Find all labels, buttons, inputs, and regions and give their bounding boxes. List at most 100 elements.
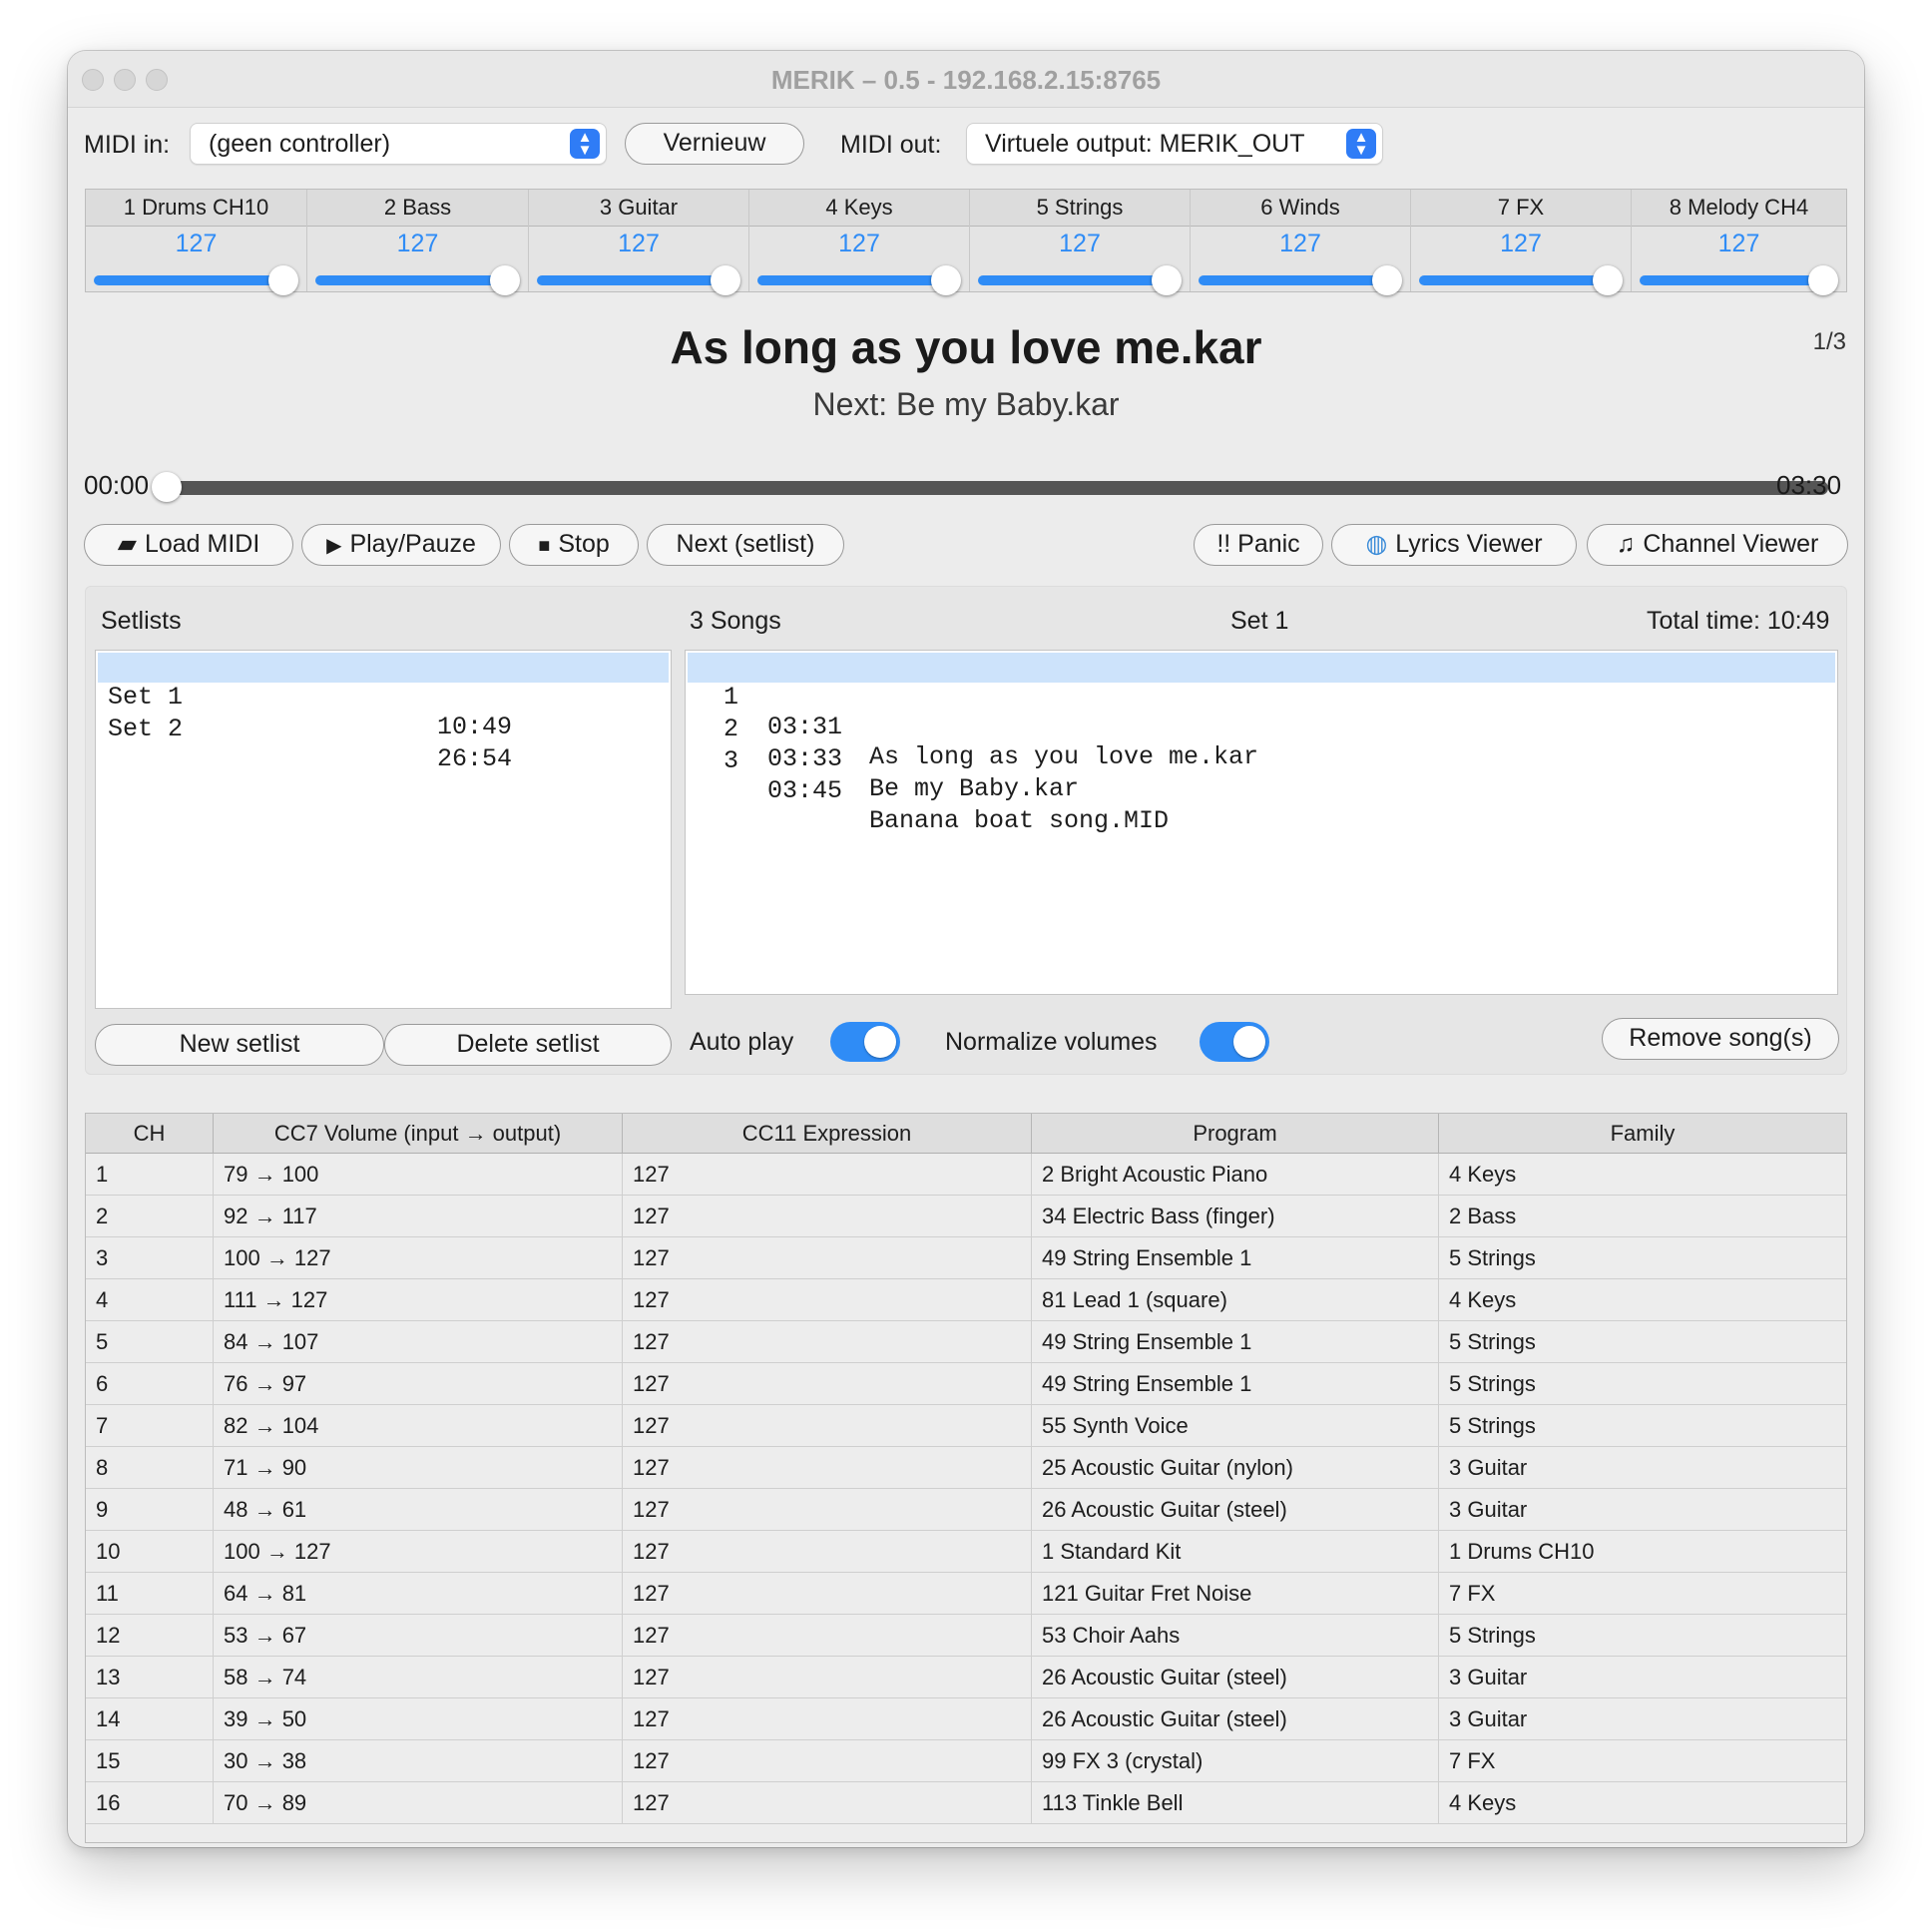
table-row[interactable]: 1 79 → 100 127 2 Bright Acoustic Piano 4 Key…	[86, 1154, 1846, 1196]
progress-slider-track[interactable]	[168, 481, 1828, 495]
table-row[interactable]: 9 48 → 61 127 26 Acoustic Guitar (steel) 3 G…	[86, 1489, 1846, 1531]
list-item[interactable]: 1 03:31 As long as you love me.kar	[688, 653, 1835, 771]
list-item[interactable]: 3 03:45 Banana boat song.MID	[688, 717, 1835, 835]
cc7-volume-cell: 48 → 61	[214, 1489, 623, 1531]
table-row[interactable]: 10 100 → 127 127 1 Standard Kit 1 Drums CH10	[86, 1531, 1846, 1573]
current-song-title: As long as you love me.kar	[670, 321, 1262, 373]
lyrics-viewer-label: Lyrics Viewer	[1395, 530, 1543, 558]
list-item[interactable]: 2 03:33 Be my Baby.kar	[688, 685, 1835, 803]
table-row[interactable]: 4 111 → 127 127 81 Lead 1 (square) 4 Keys	[86, 1279, 1846, 1321]
lyrics-viewer-button[interactable]: ◍ Lyrics Viewer	[1331, 524, 1577, 566]
cc7-volume-cell: 82 → 104	[214, 1405, 623, 1447]
cc7-volume-cell: 76 → 97	[214, 1363, 623, 1405]
cc7-volume-cell: 79 → 100	[214, 1154, 623, 1196]
mixer-slider-knob[interactable]	[1372, 265, 1402, 295]
mixer-slider-track[interactable]	[94, 275, 284, 285]
auto-play-toggle[interactable]	[830, 1022, 900, 1062]
mixer-channel: 7 FX 127	[1411, 190, 1632, 295]
next-setlist-button[interactable]: Next (setlist)	[647, 524, 844, 566]
table-row[interactable]: 16 70 → 89 127 113 Tinkle Bell 4 Keys	[86, 1782, 1846, 1824]
program-cell: 26 Acoustic Guitar (steel)	[1032, 1489, 1439, 1531]
table-row[interactable]: 8 71 → 90 127 25 Acoustic Guitar (nylon) 3 G…	[86, 1447, 1846, 1489]
midi-out-select[interactable]: Virtuele output: MERIK_OUT ▲ ▼	[966, 123, 1383, 165]
midi-in-value: (geen controller)	[209, 130, 391, 158]
play-pause-button[interactable]: ▶ Play/Pauze	[301, 524, 501, 566]
program-cell: 26 Acoustic Guitar (steel)	[1032, 1657, 1439, 1698]
channel-viewer-button[interactable]: ♫ Channel Viewer	[1587, 524, 1848, 566]
app-window: MERIK – 0.5 - 192.168.2.15:8765 MIDI in:…	[68, 51, 1864, 1847]
song-title: Banana boat song.MID	[869, 806, 1170, 835]
toggle-knob	[864, 1026, 896, 1058]
mixer-slider-knob[interactable]	[268, 265, 298, 295]
mixer-channel-value: 127	[1500, 230, 1542, 257]
column-header[interactable]: CC7 Volume (input → output)	[214, 1114, 623, 1154]
mixer-slider-knob[interactable]	[711, 265, 740, 295]
mixer-channel-value: 127	[175, 230, 218, 257]
table-row[interactable]: 2 92 → 117 127 34 Electric Bass (finger) 2 B…	[86, 1196, 1846, 1237]
channel-table: CH CC7 Volume (input → output) CC11 Expr…	[85, 1113, 1847, 1843]
mixer-slider-track[interactable]	[1640, 275, 1824, 285]
mixer-slider-track[interactable]	[978, 275, 1168, 285]
program-cell: 113 Tinkle Bell	[1032, 1782, 1439, 1824]
delete-setlist-button[interactable]: Delete setlist	[384, 1024, 672, 1066]
table-row[interactable]: 5 84 → 107 127 49 String Ensemble 1 5 String…	[86, 1321, 1846, 1363]
panic-button[interactable]: !! Panic	[1194, 524, 1323, 566]
mixer-slider-knob[interactable]	[490, 265, 520, 295]
midi-in-label: MIDI in:	[84, 131, 171, 159]
table-row[interactable]: 15 30 → 38 127 99 FX 3 (crystal) 7 FX	[86, 1740, 1846, 1782]
list-item[interactable]: Set 1 10:49	[98, 653, 669, 741]
elapsed-time: 00:00	[84, 470, 150, 500]
mixer-slider-track[interactable]	[757, 275, 947, 285]
set-name: Set 1	[1230, 607, 1289, 635]
cc7-volume-cell: 100 → 127	[214, 1237, 623, 1279]
new-setlist-button[interactable]: New setlist	[95, 1024, 384, 1066]
refresh-button[interactable]: Vernieuw	[625, 123, 804, 165]
mixer-slider-knob[interactable]	[1808, 265, 1838, 295]
channel-number-cell: 7	[86, 1405, 214, 1447]
total-time: Total time: 10:49	[1647, 607, 1830, 635]
table-row[interactable]: 14 39 → 50 127 26 Acoustic Guitar (steel) 3 …	[86, 1698, 1846, 1740]
program-cell: 25 Acoustic Guitar (nylon)	[1032, 1447, 1439, 1489]
midi-in-select[interactable]: (geen controller) ▲ ▼	[190, 123, 607, 165]
song-title: Be my Baby.kar	[869, 774, 1080, 803]
table-row[interactable]: 7 82 → 104 127 55 Synth Voice 5 Strings	[86, 1405, 1846, 1447]
mixer-channel-name: 3 Guitar	[529, 190, 748, 227]
column-header[interactable]: Family	[1439, 1114, 1846, 1154]
mixer-slider-track[interactable]	[1199, 275, 1388, 285]
mixer-slider-track[interactable]	[1419, 275, 1609, 285]
channel-number-cell: 15	[86, 1740, 214, 1782]
family-cell: 3 Guitar	[1449, 1455, 1528, 1480]
mixer-slider-knob[interactable]	[931, 265, 961, 295]
cc11-expression-cell: 127	[623, 1489, 1032, 1531]
column-header[interactable]: CH	[86, 1114, 214, 1154]
mixer-channel: 2 Bass 127	[307, 190, 529, 295]
column-header[interactable]: Program	[1032, 1114, 1439, 1154]
table-row[interactable]: 6 76 → 97 127 49 String Ensemble 1 5 Strings	[86, 1363, 1846, 1405]
load-midi-button[interactable]: ▰ Load MIDI	[84, 524, 293, 566]
cc7-volume-cell: 64 → 81	[214, 1573, 623, 1615]
list-item[interactable]: Set 2 26:54	[98, 685, 669, 773]
column-header[interactable]: CC11 Expression	[623, 1114, 1032, 1154]
table-row[interactable]: 11 64 → 81 127 121 Guitar Fret Noise 7 FX	[86, 1573, 1846, 1615]
mixer-slider-track[interactable]	[537, 275, 726, 285]
setlist-name: Set 2	[108, 715, 184, 743]
program-cell: 1 Standard Kit	[1032, 1531, 1439, 1573]
mixer-slider-track[interactable]	[315, 275, 506, 285]
table-row[interactable]: 12 53 → 67 127 53 Choir Aahs 5 Strings	[86, 1615, 1846, 1657]
table-row[interactable]: 3 100 → 127 127 49 String Ensemble 1 5 Strin…	[86, 1237, 1846, 1279]
mixer-slider-knob[interactable]	[1593, 265, 1623, 295]
song-list[interactable]: 1 03:31 As long as you love me.kar 2 03:…	[685, 650, 1838, 995]
progress-slider-knob[interactable]	[152, 472, 182, 502]
program-cell: 49 String Ensemble 1	[1032, 1237, 1439, 1279]
program-cell: 121 Guitar Fret Noise	[1032, 1573, 1439, 1615]
stop-button[interactable]: ■ Stop	[509, 524, 639, 566]
song-title: As long as you love me.kar	[869, 742, 1259, 771]
mixer-slider-knob[interactable]	[1152, 265, 1182, 295]
table-row[interactable]: 13 58 → 74 127 26 Acoustic Guitar (steel) 3 …	[86, 1657, 1846, 1698]
window-title: MERIK – 0.5 - 192.168.2.15:8765	[770, 65, 1162, 95]
channel-number-cell: 4	[86, 1279, 214, 1321]
family-cell: 4 Keys	[1449, 1790, 1517, 1815]
setlist-list[interactable]: Set 1 10:49 Set 2 26:54	[95, 650, 672, 1009]
normalize-volumes-toggle[interactable]	[1200, 1022, 1269, 1062]
remove-songs-button[interactable]: Remove song(s)	[1602, 1018, 1839, 1060]
